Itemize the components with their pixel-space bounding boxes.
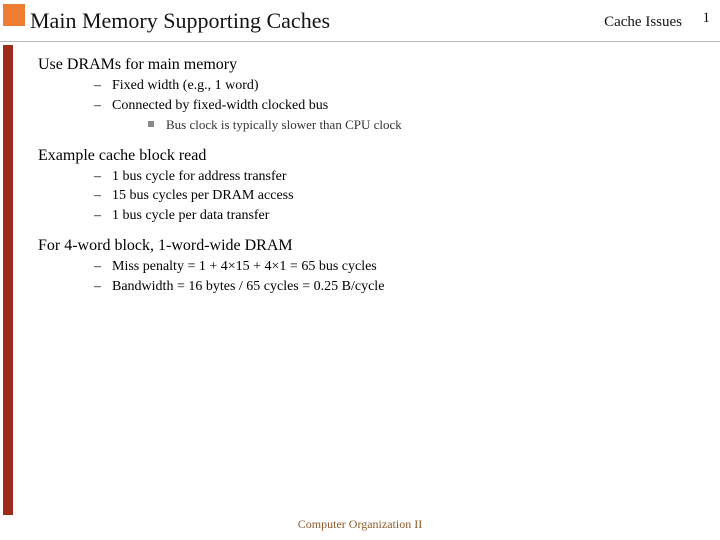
page-number: 1 xyxy=(703,10,711,27)
accent-square-icon xyxy=(3,4,25,26)
slide-title: Main Memory Supporting Caches xyxy=(30,8,330,34)
slide-content: Use DRAMs for main memory Fixed width (e… xyxy=(38,54,678,297)
slide-subtitle: Cache Issues xyxy=(604,14,682,31)
slide-footer: Computer Organization II xyxy=(0,517,720,532)
bullet-level1: Connected by fixed-width clocked bus xyxy=(94,96,678,116)
bullet-level2: Bus clock is typically slower than CPU c… xyxy=(148,115,678,135)
section-heading: For 4-word block, 1-word-wide DRAM xyxy=(38,237,678,255)
bullet-level1: 1 bus cycle for address transfer xyxy=(94,167,678,187)
bullet-level1: Bandwidth = 16 bytes / 65 cycles = 0.25 … xyxy=(94,277,678,297)
bullet-level1: Miss penalty = 1 + 4×15 + 4×1 = 65 bus c… xyxy=(94,257,678,277)
slide-header: Main Memory Supporting Caches Cache Issu… xyxy=(0,0,720,42)
slide: Main Memory Supporting Caches Cache Issu… xyxy=(0,0,720,540)
bullet-level1: Fixed width (e.g., 1 word) xyxy=(94,76,678,96)
left-accent-bar xyxy=(3,45,13,515)
section-heading: Example cache block read xyxy=(38,147,678,165)
bullet-level1: 15 bus cycles per DRAM access xyxy=(94,186,678,206)
bullet-level1: 1 bus cycle per data transfer xyxy=(94,206,678,226)
section-heading: Use DRAMs for main memory xyxy=(38,56,678,74)
